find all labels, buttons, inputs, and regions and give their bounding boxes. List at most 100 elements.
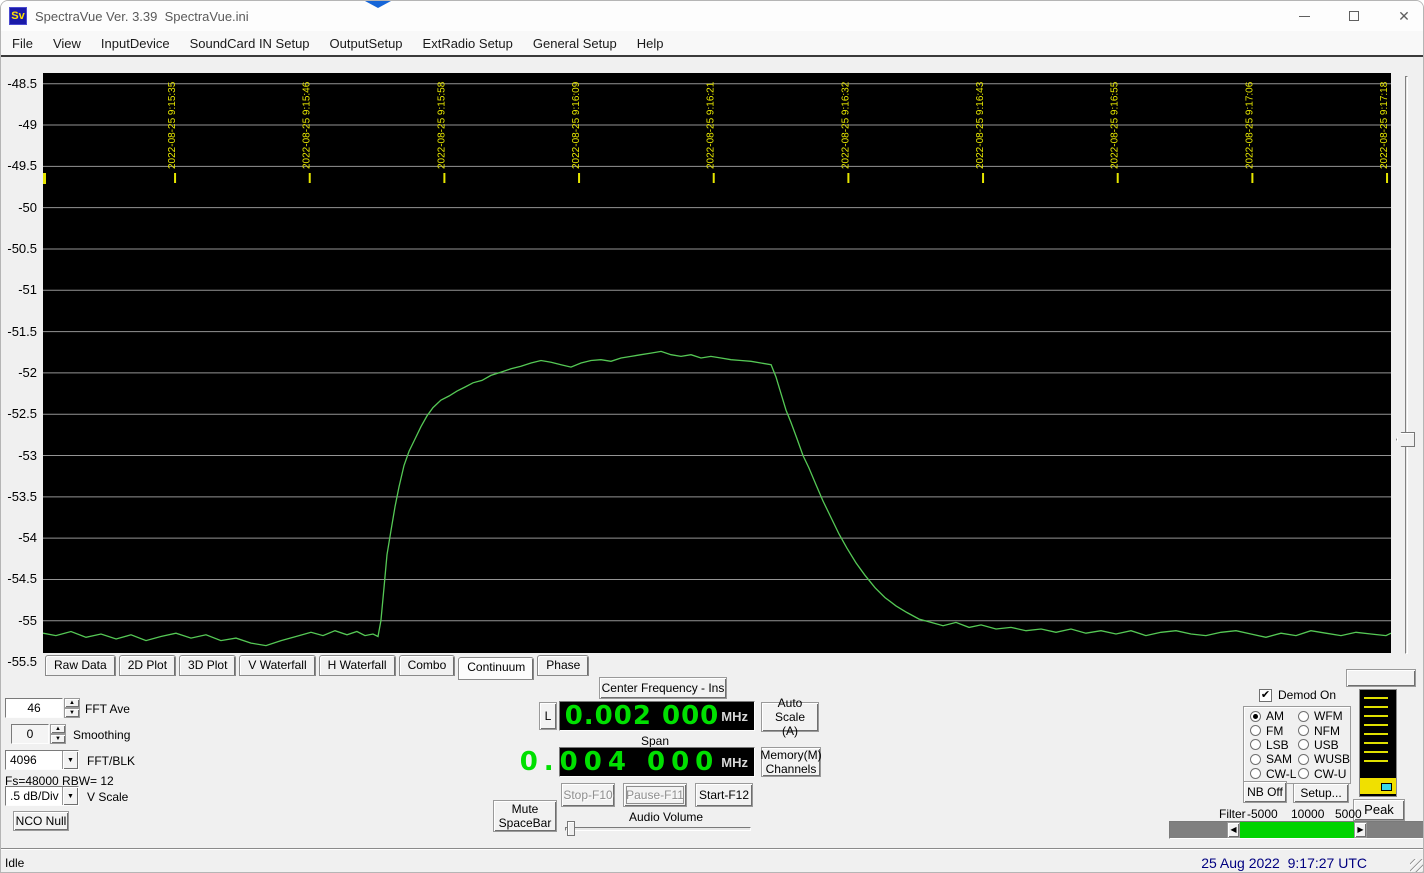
filter-high-value: 5000 [1335,807,1362,821]
radio-icon [1298,754,1309,765]
filter-passband-bar[interactable] [1240,822,1354,838]
radio-lsb[interactable]: LSB [1250,738,1298,752]
radio-nfm[interactable]: NFM [1298,723,1350,737]
radio-wfm[interactable]: WFM [1298,709,1350,723]
menu-general-setup[interactable]: General Setup [530,36,620,51]
audio-volume-slider-track[interactable] [565,827,751,831]
menu-output-setup[interactable]: OutputSetup [327,36,406,51]
menu-help[interactable]: Help [634,36,667,51]
mute-button[interactable]: Mute SpaceBar [493,800,557,832]
radio-sam[interactable]: SAM [1250,752,1298,766]
plot-canvas: 2022-08-25 9:15:352022-08-25 9:15:462022… [43,73,1391,653]
dropdown-button[interactable]: ▼ [62,751,78,769]
setup-button[interactable]: Setup... [1293,783,1349,803]
display-tab-bar: Raw Data 2D Plot 3D Plot V Waterfall H W… [45,655,589,678]
y-axis-tick-label: -55.5 [1,654,37,669]
fft-blk-select[interactable]: 4096 ▼ [5,750,79,770]
filter-right-arrow-button[interactable]: ▶ [1354,822,1367,838]
tab-v-waterfall[interactable]: V Waterfall [239,655,315,676]
unlabeled-button[interactable] [1346,669,1416,687]
check-icon: ✔ [1261,689,1270,701]
audio-volume-slider-thumb[interactable] [567,821,575,836]
meter-peak-marker [1381,783,1392,791]
y-axis-tick-label: -54 [1,530,37,545]
title-bar: Sv SpectraVue Ver. 3.39 SpectraVue.ini ✕ [1,1,1424,31]
tab-h-waterfall[interactable]: H Waterfall [319,655,396,676]
radio-usb[interactable]: USB [1298,738,1350,752]
minimize-button[interactable] [1284,1,1324,31]
maximize-button[interactable] [1334,1,1374,31]
lock-l-button[interactable]: L [539,702,557,730]
nb-off-button[interactable]: NB Off [1243,781,1287,803]
smoothing-input[interactable]: 0 [11,724,49,744]
menu-view[interactable]: View [50,36,84,51]
radio-icon [1298,739,1309,750]
fft-blk-label: FFT/BLK [87,754,135,768]
tab-3d-plot[interactable]: 3D Plot [179,655,236,676]
timestamp-label: 2022-08-25 9:16:21 [706,81,717,169]
menu-extradio-setup[interactable]: ExtRadio Setup [420,36,516,51]
nco-null-button[interactable]: NCO Null [13,811,69,831]
arrow-down-icon: ▼ [69,710,75,716]
memory-line1: Memory(M) [760,748,821,762]
span-value: 0.004 000 [520,747,720,777]
radio-icon [1250,739,1261,750]
fft-ave-label: FFT Ave [85,702,130,716]
v-scale-label: V Scale [87,790,128,804]
timestamp-label: 2022-08-25 9:15:58 [436,81,447,169]
span-display[interactable]: 0.004 000 MHz [559,747,755,777]
fft-ave-spin-up[interactable]: ▲ [64,698,80,708]
v-scale-select[interactable]: .5 dB/Div ▼ [5,786,79,806]
center-frequency-display[interactable]: 0.002 000 MHz [559,701,755,731]
start-button[interactable]: Start-F12 [695,783,753,807]
menu-input-device[interactable]: InputDevice [98,36,173,51]
filter-passband-scrollbar[interactable]: ◀ ▶ [1169,821,1424,839]
demod-on-label: Demod On [1278,688,1336,702]
signal-meter [1359,689,1397,797]
tab-continuum[interactable]: Continuum [458,657,534,680]
radio-cw-u[interactable]: CW-U [1298,767,1350,781]
timestamp-label: 2022-08-25 9:16:32 [840,81,851,169]
memory-channels-button[interactable]: Memory(M) Channels [761,747,821,777]
vertical-ref-slider-track[interactable] [1405,76,1408,654]
y-axis-tick-label: -49.5 [1,158,37,173]
menu-file[interactable]: File [9,36,36,51]
y-axis-tick-label: -51.5 [1,324,37,339]
tab-2d-plot[interactable]: 2D Plot [119,655,176,676]
pause-button[interactable]: Pause-F11 [623,783,687,807]
window-title: SpectraVue Ver. 3.39 SpectraVue.ini [35,9,249,24]
auto-scale-line2: (A) [782,724,798,738]
filter-left-arrow-button[interactable]: ◀ [1227,822,1240,838]
close-button[interactable]: ✕ [1384,1,1424,31]
tab-phase[interactable]: Phase [537,655,589,676]
fft-ave-input[interactable]: 46 [5,698,63,718]
stop-button[interactable]: Stop-F10 [561,783,615,807]
fft-ave-spin-down[interactable]: ▼ [64,708,80,718]
radio-icon [1250,725,1261,736]
demod-on-checkbox[interactable]: ✔ [1259,689,1272,702]
tab-combo[interactable]: Combo [399,655,456,676]
smoothing-spin-down[interactable]: ▼ [50,734,66,744]
chevron-down-icon: ▼ [67,793,74,800]
timestamp-label: 2022-08-25 9:16:43 [975,81,986,169]
timestamp-label: 2022-08-25 9:16:09 [571,81,582,169]
radio-am[interactable]: AM [1250,709,1298,723]
continuum-plot: 2022-08-25 9:15:352022-08-25 9:15:462022… [43,73,1391,653]
vertical-ref-slider-thumb[interactable] [1396,432,1415,447]
y-axis-tick-label: -50 [1,200,37,215]
y-axis-tick-label: -50.5 [1,241,37,256]
center-frequency-button[interactable]: Center Frequency - Ins [599,677,727,699]
dropdown-button[interactable]: ▼ [62,787,78,805]
smoothing-spin-up[interactable]: ▲ [50,724,66,734]
left-edge-marker [43,173,46,184]
tab-raw-data[interactable]: Raw Data [45,655,116,676]
auto-scale-button[interactable]: Auto Scale (A) [761,702,819,732]
timestamp-label: 2022-08-25 9:15:35 [167,81,178,169]
radio-cw-l[interactable]: CW-L [1250,767,1298,781]
y-axis-tick-label: -55 [1,613,37,628]
menu-soundcard-in-setup[interactable]: SoundCard IN Setup [187,36,313,51]
filter-label: Filter [1219,807,1246,821]
radio-wusb[interactable]: WUSB [1298,752,1350,766]
radio-fm[interactable]: FM [1250,723,1298,737]
resize-grip[interactable] [1410,859,1424,873]
